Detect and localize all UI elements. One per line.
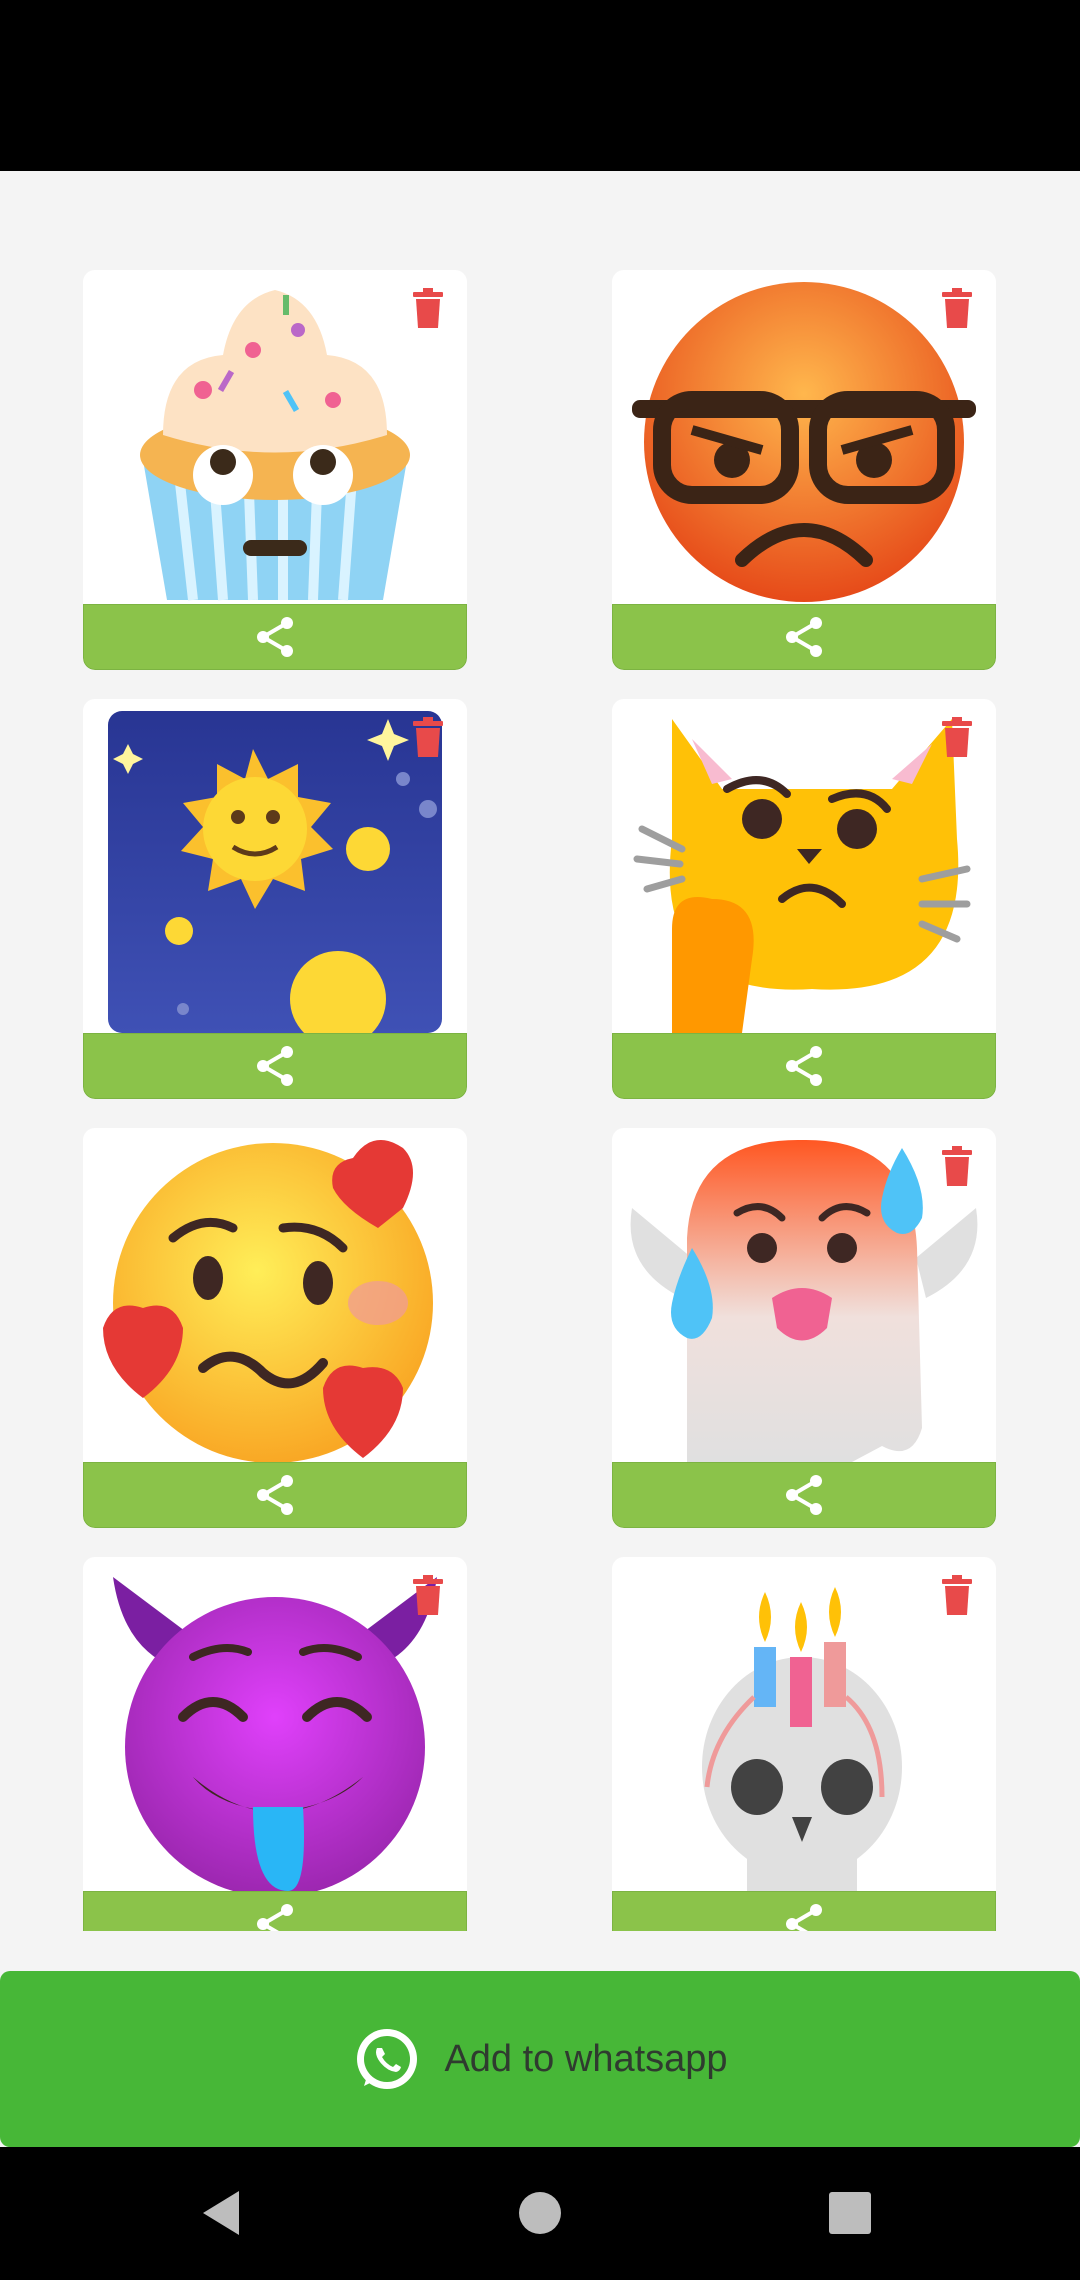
share-icon [786,1046,822,1086]
share-icon [786,1475,822,1515]
share-icon [786,617,822,657]
recents-icon [829,2192,871,2234]
drooling-devil-emoji-image [83,1557,467,1891]
home-button[interactable] [504,2177,576,2249]
delete-trash-icon[interactable] [940,717,974,757]
sticker-card-sun[interactable] [83,699,467,1099]
delete-trash-icon[interactable] [940,1146,974,1186]
sticker-card-thinking-cat[interactable] [612,699,996,1099]
sticker-card-woozy[interactable] [83,1128,467,1528]
home-icon [519,2192,561,2234]
sticker-grid[interactable] [0,171,1080,1931]
share-button[interactable] [612,1033,996,1099]
share-button[interactable] [612,604,996,670]
sticker-card-candle-skull[interactable] [612,1557,996,1931]
cupcake-emoji-image [83,270,467,604]
sticker-card-hot-ghost[interactable] [612,1128,996,1528]
add-to-whatsapp-button[interactable]: Add to whatsapp [0,1971,1080,2147]
share-button[interactable] [83,1891,467,1931]
hot-ghost-emoji-image [612,1128,996,1462]
status-bar [0,0,1080,171]
woozy-broken-heart-emoji-image [83,1128,467,1462]
delete-trash-icon[interactable] [940,288,974,328]
share-icon [257,1904,293,1931]
recents-button[interactable] [814,2177,886,2249]
delete-trash-icon[interactable] [940,1575,974,1615]
sticker-card-devil[interactable] [83,1557,467,1931]
share-icon [786,1904,822,1931]
share-button[interactable] [83,1033,467,1099]
share-button[interactable] [612,1462,996,1528]
share-button[interactable] [612,1891,996,1931]
delete-trash-icon[interactable] [411,1575,445,1615]
whatsapp-icon [357,2029,418,2089]
back-icon [203,2191,239,2235]
sticker-card-angry-nerd[interactable] [612,270,996,670]
share-icon [257,1475,293,1515]
delete-trash-icon[interactable] [411,717,445,757]
sticker-card-cupcake[interactable] [83,270,467,670]
navigation-bar [0,2147,1080,2280]
delete-trash-icon[interactable] [411,288,445,328]
thinking-cat-emoji-image [612,699,996,1033]
sun-night-thinking-emoji-image [83,699,467,1033]
share-button[interactable] [83,1462,467,1528]
candle-skull-emoji-image [612,1557,996,1891]
angry-nerd-emoji-image [612,270,996,604]
add-to-whatsapp-label: Add to whatsapp [444,2037,728,2080]
share-icon [257,617,293,657]
back-button[interactable] [189,2177,261,2249]
share-button[interactable] [83,604,467,670]
share-icon [257,1046,293,1086]
